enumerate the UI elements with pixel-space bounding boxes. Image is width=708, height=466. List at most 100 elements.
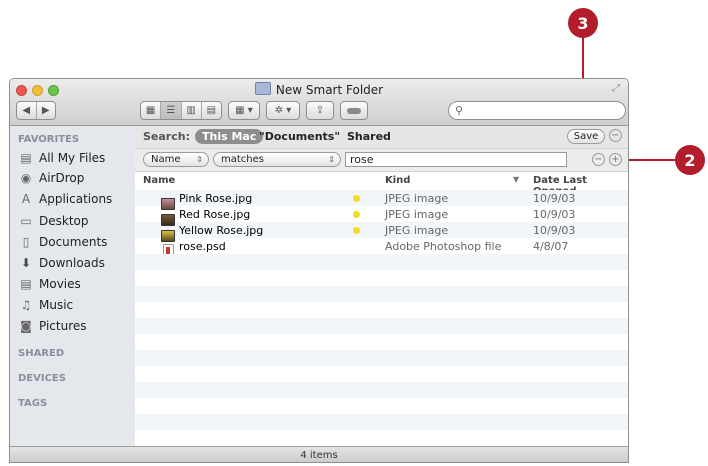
search-scope-bar: Search: This Mac "Documents" Shared Save… bbox=[135, 126, 628, 149]
file-date: 10/9/03 bbox=[533, 208, 576, 221]
forward-icon[interactable]: ▶ bbox=[37, 102, 56, 119]
music-icon: ♫ bbox=[20, 298, 32, 312]
file-kind: JPEG image bbox=[385, 192, 449, 205]
applications-icon: A bbox=[21, 192, 31, 206]
attribute-popup[interactable]: Name ⇕ bbox=[143, 152, 209, 167]
column-header-name[interactable]: Name bbox=[143, 175, 175, 186]
sidebar-item-label: Documents bbox=[39, 235, 108, 249]
file-kind: JPEG image bbox=[385, 208, 449, 221]
column-header-kind[interactable]: Kind bbox=[385, 175, 410, 186]
sidebar-item-label: Downloads bbox=[39, 256, 105, 270]
sidebar-header-devices[interactable]: DEVICES bbox=[18, 373, 66, 384]
jpeg-file-icon bbox=[161, 198, 175, 210]
airdrop-icon: ◉ bbox=[20, 171, 32, 185]
sidebar-item-all-my-files[interactable]: ▤ All My Files bbox=[18, 148, 135, 168]
desktop-icon: ▭ bbox=[20, 214, 32, 228]
column-view-icon[interactable]: ▥ bbox=[182, 102, 202, 119]
tag-yellow-dot bbox=[353, 195, 360, 202]
column-header-row: Name Kind ▼ Date Last Opened bbox=[135, 172, 628, 197]
sidebar-header-favorites: FAVORITES bbox=[18, 134, 80, 145]
icon-view-icon[interactable]: ▦ bbox=[141, 102, 162, 119]
downloads-icon: ⬇ bbox=[20, 256, 32, 270]
share-button[interactable]: ⇪ bbox=[306, 101, 334, 120]
status-bar: 4 items bbox=[10, 446, 628, 462]
search-icon: ⚲ bbox=[455, 104, 464, 117]
back-icon[interactable]: ◀ bbox=[17, 102, 37, 119]
jpeg-file-icon bbox=[161, 214, 175, 226]
scope-documents[interactable]: "Documents" bbox=[259, 130, 340, 143]
sidebar-header-tags[interactable]: TAGS bbox=[18, 398, 47, 409]
jpeg-file-icon bbox=[161, 230, 175, 242]
action-button[interactable]: ✲ ▾ bbox=[266, 101, 300, 120]
toolbar: New Smart Folder ⤢ ◀ ▶ ▦ ☰ ▥ ▤ ▦ ▾ ✲ ▾ ⇪… bbox=[10, 79, 628, 126]
file-date: 10/9/03 bbox=[533, 192, 576, 205]
arrange-button[interactable]: ▦ ▾ bbox=[228, 101, 260, 120]
operator-popup[interactable]: matches ⇕ bbox=[213, 152, 341, 167]
file-name: rose.psd bbox=[179, 240, 226, 253]
callout-2: 2 bbox=[675, 145, 705, 175]
list-view-icon[interactable]: ☰ bbox=[161, 102, 182, 119]
tag-yellow-dot bbox=[353, 211, 360, 218]
main-content: Search: This Mac "Documents" Shared Save… bbox=[135, 126, 628, 447]
sidebar-item-label: All My Files bbox=[39, 151, 106, 165]
scope-this-mac[interactable]: This Mac bbox=[195, 129, 264, 144]
popup-arrows-icon: ⇕ bbox=[196, 155, 203, 164]
sidebar-header-shared[interactable]: SHARED bbox=[18, 348, 64, 359]
remove-search-button[interactable]: − bbox=[609, 129, 622, 142]
sidebar: FAVORITES ▤ All My Files ◉ AirDrop A Applic… bbox=[10, 126, 136, 447]
file-kind: JPEG image bbox=[385, 224, 449, 237]
movies-icon: ▤ bbox=[20, 277, 32, 291]
smart-folder-icon bbox=[254, 82, 271, 95]
share-icon: ⇪ bbox=[315, 105, 325, 116]
save-button[interactable]: Save bbox=[567, 129, 605, 144]
back-forward-control: ◀ ▶ bbox=[16, 101, 56, 120]
search-input[interactable]: ⚲ bbox=[448, 101, 626, 120]
file-kind: Adobe Photoshop file bbox=[385, 240, 502, 253]
tag-yellow-dot bbox=[353, 227, 360, 234]
operator-value: matches bbox=[221, 154, 264, 165]
sidebar-item-airdrop[interactable]: ◉ AirDrop bbox=[18, 168, 135, 188]
file-date: 4/8/07 bbox=[533, 240, 569, 253]
sidebar-item-label: Applications bbox=[39, 192, 113, 206]
file-name: Red Rose.jpg bbox=[179, 208, 251, 221]
window-title: New Smart Folder bbox=[10, 82, 628, 97]
sidebar-item-documents[interactable]: ▯ Documents bbox=[18, 232, 135, 252]
sidebar-item-label: Desktop bbox=[39, 214, 89, 228]
callout-2-line bbox=[622, 159, 675, 161]
search-criteria-row: Name ⇕ matches ⇕ rose − + bbox=[135, 149, 628, 172]
scope-label: Search: bbox=[143, 130, 190, 143]
sort-arrow-icon: ▼ bbox=[513, 175, 520, 184]
file-name: Pink Rose.jpg bbox=[179, 192, 253, 205]
scope-shared[interactable]: Shared bbox=[347, 130, 391, 143]
remove-criteria-button[interactable]: − bbox=[592, 153, 605, 166]
attribute-value: Name bbox=[151, 154, 181, 165]
file-date: 10/9/03 bbox=[533, 224, 576, 237]
callout-3: 3 bbox=[568, 8, 598, 38]
sidebar-item-label: Movies bbox=[39, 277, 81, 291]
sidebar-item-label: AirDrop bbox=[39, 171, 85, 185]
arrange-icon: ▦ ▾ bbox=[235, 105, 253, 116]
coverflow-view-icon[interactable]: ▤ bbox=[202, 102, 221, 119]
popup-arrows-icon: ⇕ bbox=[328, 155, 335, 164]
sidebar-item-desktop[interactable]: ▭ Desktop bbox=[18, 211, 135, 231]
fullscreen-icon[interactable]: ⤢ bbox=[612, 83, 620, 94]
sidebar-item-label: Music bbox=[39, 298, 74, 312]
item-count: 4 items bbox=[300, 450, 338, 461]
view-mode-control: ▦ ☰ ▥ ▤ bbox=[140, 101, 222, 120]
window-title-text: New Smart Folder bbox=[275, 83, 384, 97]
documents-icon: ▯ bbox=[22, 235, 30, 249]
sidebar-item-downloads[interactable]: ⬇ Downloads bbox=[18, 253, 135, 273]
empty-list-area bbox=[135, 254, 628, 430]
sidebar-item-applications[interactable]: A Applications bbox=[18, 189, 135, 209]
add-criteria-button[interactable]: + bbox=[609, 153, 622, 166]
tag-icon bbox=[347, 107, 361, 114]
sidebar-item-pictures[interactable]: ◙ Pictures bbox=[18, 316, 135, 336]
finder-window: New Smart Folder ⤢ ◀ ▶ ▦ ☰ ▥ ▤ ▦ ▾ ✲ ▾ ⇪… bbox=[9, 78, 629, 463]
sidebar-item-movies[interactable]: ▤ Movies bbox=[18, 274, 135, 294]
criteria-value-field[interactable]: rose bbox=[345, 152, 567, 167]
gear-icon: ✲ ▾ bbox=[274, 105, 292, 116]
all-files-icon: ▤ bbox=[20, 151, 32, 165]
sidebar-item-music[interactable]: ♫ Music bbox=[18, 295, 135, 315]
tags-button[interactable] bbox=[340, 101, 368, 120]
pictures-icon: ◙ bbox=[20, 319, 32, 333]
